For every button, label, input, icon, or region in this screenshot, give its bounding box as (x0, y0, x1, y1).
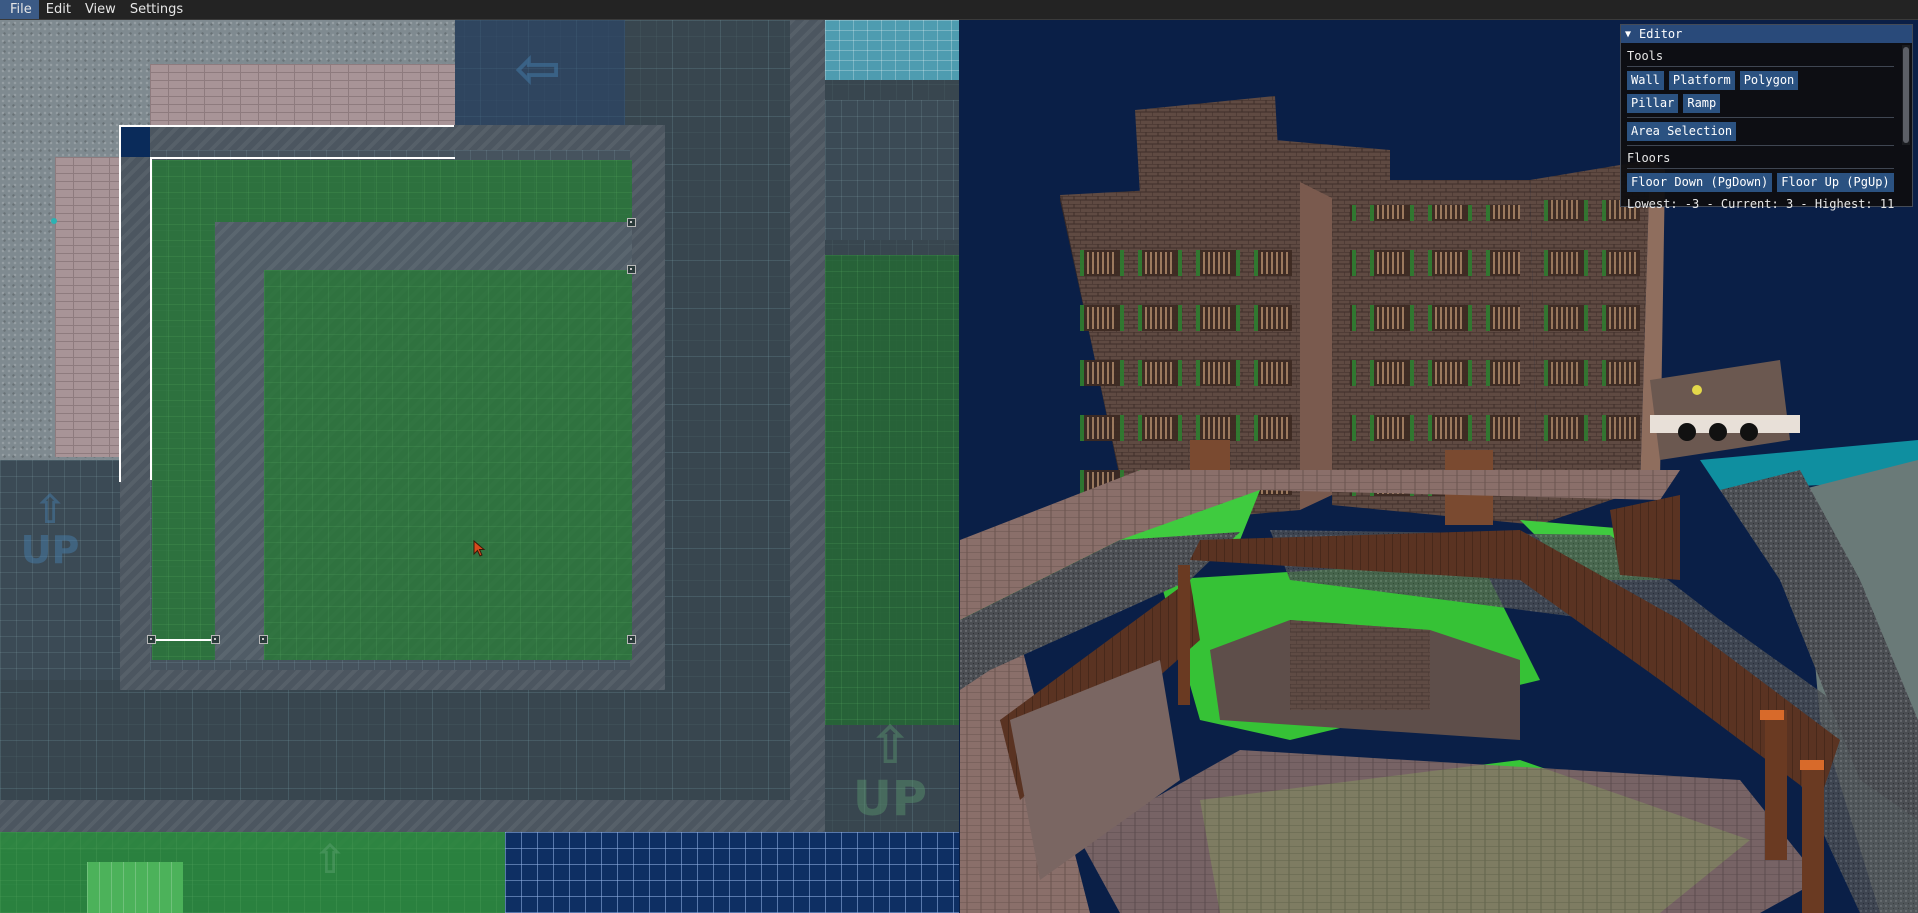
map-2d-view[interactable]: ⇧ ⇧ UP ⇧ UP ⇧ (0, 20, 959, 913)
up-arrow-icon-left: ⇧ UP (20, 487, 80, 572)
selection-outline-bottom (152, 639, 216, 641)
separator (1627, 117, 1894, 118)
vertex-handle[interactable] (259, 635, 268, 644)
selection-outline-inner-top (150, 157, 455, 159)
selection-row: Area Selection (1627, 122, 1906, 141)
collapse-triangle-icon[interactable]: ▼ (1625, 29, 1631, 40)
vertex-handle[interactable] (627, 218, 636, 227)
platform-button[interactable]: Platform (1668, 71, 1735, 90)
separator (1627, 168, 1894, 169)
ramp-button[interactable]: Ramp (1683, 94, 1721, 113)
pillar-button[interactable]: Pillar (1627, 94, 1679, 113)
tool-row-1: Wall Platform Polygon (1627, 71, 1906, 90)
floor-up-button[interactable]: Floor Up (PgUp) (1777, 173, 1894, 192)
vertex-handle[interactable] (627, 635, 636, 644)
menu-view[interactable]: View (78, 0, 123, 19)
up-arrow-icon-bottom: ⇧ (313, 837, 347, 883)
bottom-bright-tile (87, 862, 183, 913)
floor-down-button[interactable]: Floor Down (PgDown) (1627, 173, 1773, 192)
vertex-handle[interactable] (147, 635, 156, 644)
scrollbar-thumb[interactable] (1903, 47, 1909, 143)
vertex-handle[interactable] (211, 635, 220, 644)
floors-label: Floors (1627, 151, 1671, 165)
up-label-right: UP (852, 771, 928, 827)
menu-bar: File Edit View Settings (0, 0, 1918, 20)
editor-body: Tools Wall Platform Polygon Pillar Ramp … (1621, 43, 1912, 216)
vertex-handle[interactable] (627, 265, 636, 274)
wall-button[interactable]: Wall (1627, 71, 1664, 90)
menu-settings[interactable]: Settings (123, 0, 190, 19)
polygon-button[interactable]: Polygon (1739, 71, 1799, 90)
tool-row-2: Pillar Ramp (1627, 94, 1906, 113)
separator (1627, 66, 1894, 67)
up-arrow-icon-right: ⇧ UP (852, 716, 928, 827)
floor-info-text: Lowest: -3 - Current: 3 - Highest: 11 (1627, 197, 1895, 211)
up-label: UP (20, 528, 80, 572)
selection-outline-inner (150, 157, 152, 480)
floors-row: Floor Down (PgDown) Floor Up (PgUp) (1627, 173, 1906, 192)
platform-inner[interactable] (264, 270, 632, 660)
tools-label: Tools (1627, 49, 1664, 63)
right-green-platform[interactable] (825, 255, 959, 725)
area-selection-button[interactable]: Area Selection (1627, 122, 1737, 141)
editor-title: Editor (1639, 27, 1683, 41)
right-dark-area (825, 100, 959, 240)
selection-outline-left (119, 125, 121, 482)
editor-title-bar[interactable]: ▼ Editor (1621, 25, 1912, 43)
editor-scrollbar[interactable] (1902, 45, 1910, 145)
cyan-tile (825, 20, 959, 80)
arrow-cursor-icon (473, 540, 486, 557)
right-corridor (790, 20, 825, 813)
bottom-blue-grid (505, 832, 959, 913)
selection-outline-top (119, 125, 454, 127)
teal-marker (51, 218, 57, 224)
up-arrow-icon: ⇧ (507, 46, 572, 94)
menu-edit[interactable]: Edit (39, 0, 78, 19)
menu-file[interactable]: File (0, 0, 39, 19)
editor-panel[interactable]: ▼ Editor Tools Wall Platform Polygon Pil… (1620, 24, 1913, 211)
separator (1627, 145, 1894, 146)
selection-corner (121, 127, 150, 157)
